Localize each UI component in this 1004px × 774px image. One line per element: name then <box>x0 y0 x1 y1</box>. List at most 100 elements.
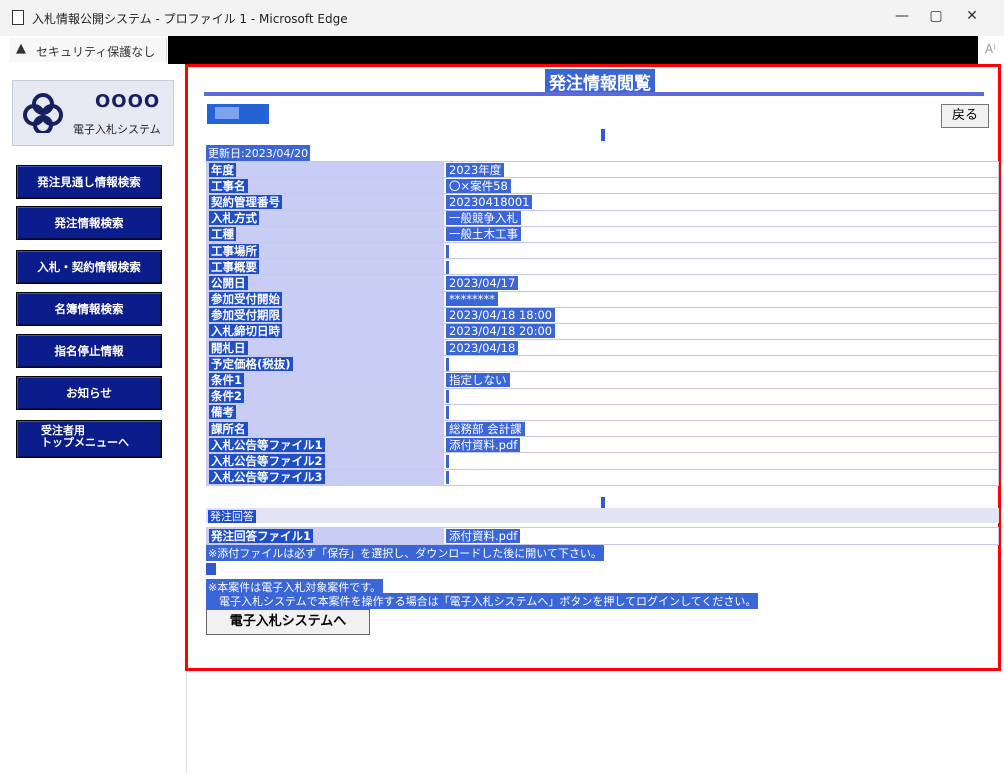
field-label: 入札公告等ファイル2 <box>209 453 325 468</box>
field-label: 契約管理番号 <box>209 194 282 209</box>
field-value-cell: 一般競争入札 <box>443 209 999 227</box>
window-title: 入札情報公開システム - プロファイル 1 - Microsoft Edge <box>32 12 348 26</box>
field-value-cell: 〇×案件58 <box>443 177 999 195</box>
title-divider <box>204 92 984 96</box>
field-label-cell: 予定価格(税抜) <box>206 355 444 373</box>
nav-contractor-top-line2: トップメニューへ <box>41 436 129 449</box>
left-menu-pane: OOOO 電子入札システム 発注見通し情報検索 発注情報検索 入札・契約情報検索… <box>0 64 187 774</box>
table-row: 課所名 総務部 会計課 <box>206 419 999 438</box>
security-indicator[interactable]: ▲ セキュリティ保護なし <box>10 38 167 62</box>
answer-label-cell: 発注回答ファイル1 <box>206 527 444 545</box>
table-row: 参加受付期限 2023/04/18 18:00 <box>206 306 999 324</box>
field-label-cell: 参加受付開始 <box>206 290 444 308</box>
field-label: 公開日 <box>209 275 248 290</box>
field-label: 参加受付期限 <box>209 308 282 323</box>
nav-forecast-search[interactable]: 発注見通し情報検索 <box>16 165 162 199</box>
field-label-cell: 条件2 <box>206 387 444 405</box>
updated-date: 更新日:2023/04/20 <box>206 145 311 161</box>
field-label-cell: 工種 <box>206 225 444 243</box>
table-row: 開札日 2023/04/18 <box>206 339 999 357</box>
nav-notices[interactable]: お知らせ <box>16 376 162 410</box>
field-value: 20230418001 <box>446 194 533 209</box>
url-field[interactable] <box>168 36 978 64</box>
field-value: 一般土木工事 <box>446 227 521 242</box>
attachment-note: ※添付ファイルは必ず「保存」を選択し、ダウンロードした後に開いて下さい。 <box>206 545 604 561</box>
field-value-cell: 2023/04/17 <box>443 274 999 292</box>
selection-mark <box>601 129 605 141</box>
electronic-bid-system-button[interactable]: 電子入札システムへ <box>206 609 370 635</box>
field-value-cell <box>443 258 999 276</box>
field-label: 入札公告等ファイル1 <box>209 437 325 452</box>
header-image <box>207 104 269 124</box>
nav-suspension-info[interactable]: 指名停止情報 <box>16 334 162 368</box>
logo-org-name: OOOO <box>95 91 161 112</box>
page-title: 発注情報閲覧 <box>545 69 655 94</box>
answer-section-title: 発注回答 <box>208 510 256 523</box>
table-row: 入札公告等ファイル2 <box>206 452 999 470</box>
field-label: 工事概要 <box>209 259 259 274</box>
field-value-cell: 2023/04/18 18:00 <box>443 306 999 324</box>
field-value-cell: 2023/04/18 <box>443 339 999 357</box>
nav-order-search[interactable]: 発注情報検索 <box>16 206 162 240</box>
read-aloud-icon[interactable]: A⁾ <box>985 42 996 56</box>
field-value-cell <box>443 241 999 260</box>
field-label: 予定価格(税抜) <box>209 356 293 371</box>
minimize-button[interactable]: — <box>892 8 912 24</box>
nav-contractor-top[interactable]: 受注者用 トップメニューへ <box>16 420 162 458</box>
table-row: 予定価格(税抜) <box>206 355 999 373</box>
field-label-cell: 工事概要 <box>206 258 444 276</box>
table-row: 入札方式 一般競争入札 <box>206 209 999 227</box>
field-label: 工事名 <box>209 178 248 193</box>
field-label-cell: 条件1 <box>206 371 444 389</box>
answer-section-header: 発注回答 <box>206 508 999 523</box>
field-value-cell <box>443 387 999 405</box>
table-row: 条件2 <box>206 387 999 405</box>
field-value-cell <box>443 468 999 486</box>
answer-value-cell: 添付資料.pdf <box>443 527 999 545</box>
field-value-cell: 20230418001 <box>443 193 999 211</box>
field-value: 2023年度 <box>446 162 505 177</box>
field-label: 入札公告等ファイル3 <box>209 470 325 485</box>
field-label-cell: 公開日 <box>206 274 444 292</box>
table-row: 発注回答ファイル1 添付資料.pdf <box>206 527 999 545</box>
answer-label: 発注回答ファイル1 <box>209 529 314 543</box>
field-value <box>446 454 449 468</box>
close-button[interactable]: ✕ <box>962 8 982 24</box>
table-row: 年度 2023年度 <box>206 160 999 179</box>
window-title-bar: 入札情報公開システム - プロファイル 1 - Microsoft Edge —… <box>0 0 1004 36</box>
selection-mark <box>206 563 216 575</box>
field-value <box>446 406 449 420</box>
field-value-cell: 指定しない <box>443 371 999 389</box>
field-value-cell: 添付資料.pdf <box>443 436 999 454</box>
field-value <box>446 471 449 485</box>
main-content: 発注情報閲覧 戻る 更新日:2023/04/20 年度 2023年度 工事名 〇×案件… <box>185 64 1001 671</box>
field-value: 指定しない <box>446 373 510 388</box>
field-label-cell: 入札締切日時 <box>206 322 444 341</box>
field-value <box>446 390 449 404</box>
field-label-cell: 備考 <box>206 403 444 422</box>
field-value <box>446 357 449 371</box>
address-bar: ▲ セキュリティ保護なし A⁾ <box>0 36 1004 64</box>
field-value <box>446 260 449 274</box>
nav-bid-contract-search[interactable]: 入札・契約情報検索 <box>16 250 162 284</box>
table-row: 契約管理番号 20230418001 <box>206 193 999 211</box>
field-value-cell: 総務部 会計課 <box>443 419 999 438</box>
field-label: 工種 <box>209 227 236 242</box>
table-row: 公開日 2023/04/17 <box>206 274 999 292</box>
field-value <box>446 244 449 258</box>
field-value: ******** <box>446 292 498 307</box>
order-info-table: 年度 2023年度 工事名 〇×案件58 契約管理番号 20230418001 入札方式 一般… <box>206 160 999 486</box>
field-value-cell: 2023年度 <box>443 160 999 179</box>
field-value[interactable]: 添付資料.pdf <box>446 437 521 452</box>
nav-registry-search[interactable]: 名簿情報検索 <box>16 292 162 326</box>
answer-table: 発注回答ファイル1 添付資料.pdf <box>206 527 999 545</box>
answer-file-link[interactable]: 添付資料.pdf <box>446 529 521 543</box>
logo-system-name: 電子入札システム <box>73 123 161 136</box>
field-label-cell: 契約管理番号 <box>206 193 444 211</box>
field-value-cell: 2023/04/18 20:00 <box>443 322 999 341</box>
restore-button[interactable]: ▢ <box>926 8 946 24</box>
field-value-cell: 一般土木工事 <box>443 225 999 243</box>
field-label: 課所名 <box>209 421 248 436</box>
field-value-cell: ******** <box>443 290 999 308</box>
back-button[interactable]: 戻る <box>941 104 989 128</box>
